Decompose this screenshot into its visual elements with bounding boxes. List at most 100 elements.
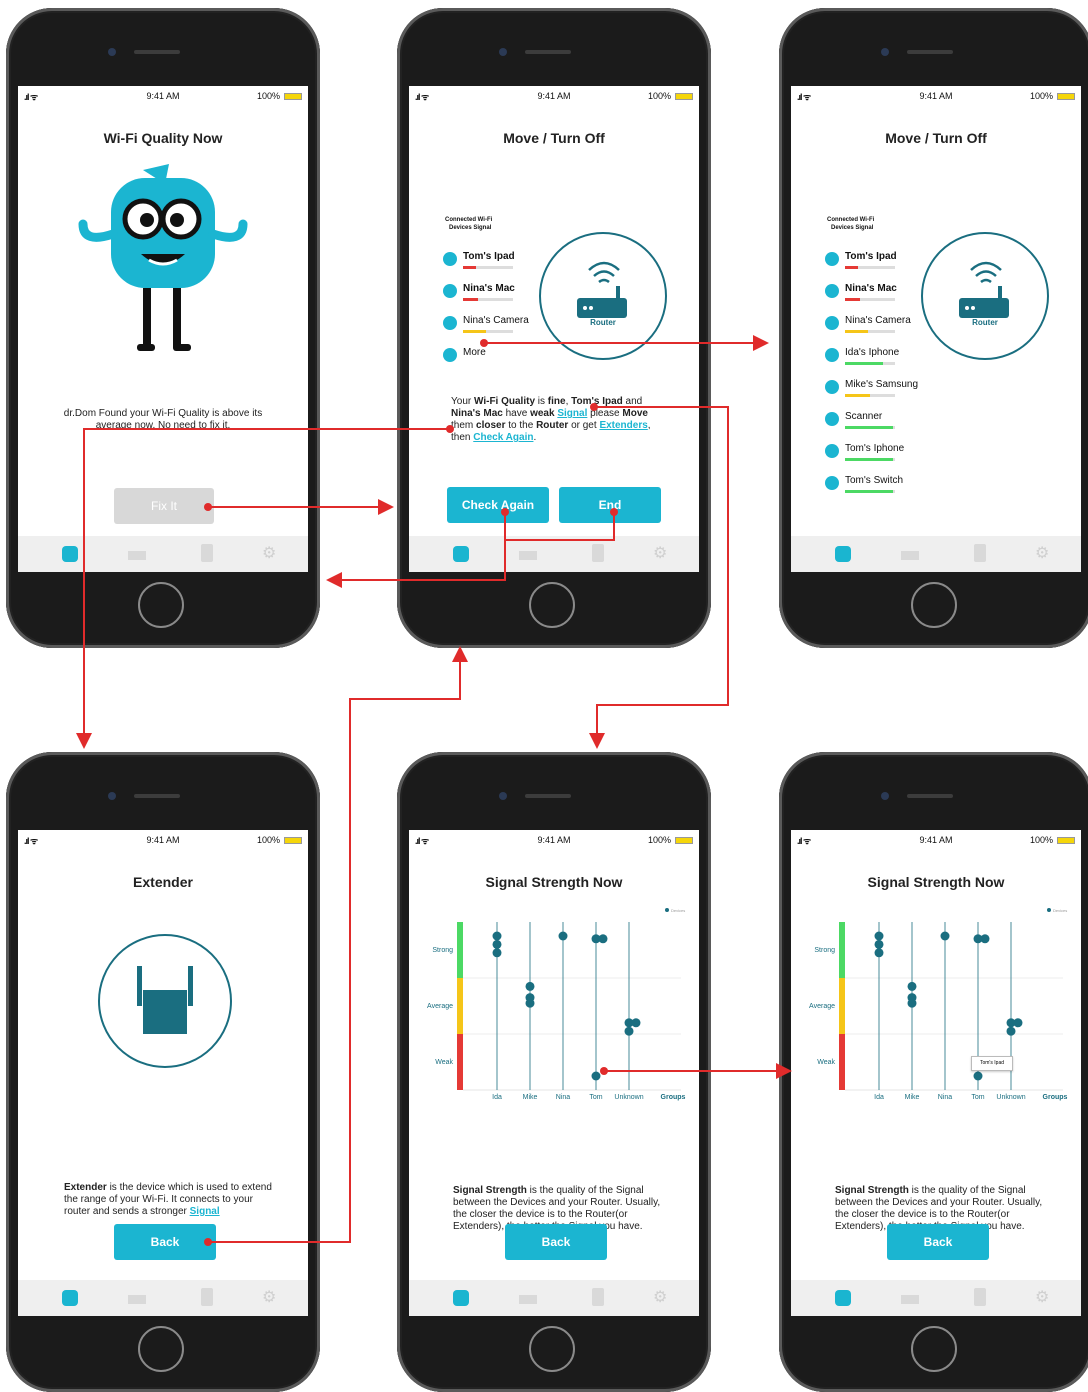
legend-label: Devices xyxy=(671,908,685,913)
tab-settings-gear-icon[interactable]: ⚙ xyxy=(1035,543,1051,562)
device-signal-bar xyxy=(463,298,513,301)
x-tick-label: Tom xyxy=(971,1094,984,1101)
tab-settings-gear-icon[interactable]: ⚙ xyxy=(262,543,278,562)
extender-circle xyxy=(98,934,232,1068)
level-band xyxy=(839,922,845,978)
device-item[interactable]: Tom's Iphone xyxy=(825,442,945,470)
device-icon xyxy=(825,444,839,458)
signal-strength-chart: Weak Average Strong Ida Mike Nina Tom Unknown Gr… xyxy=(427,908,686,1101)
check-again-link[interactable]: Check Again xyxy=(473,432,533,443)
back-button[interactable]: Back xyxy=(505,1224,607,1260)
tab-router-icon[interactable] xyxy=(519,551,537,560)
tab-router-icon[interactable] xyxy=(128,1295,146,1304)
para-text: to the xyxy=(505,420,537,431)
para-text: Your xyxy=(451,396,474,407)
tab-settings-gear-icon[interactable]: ⚙ xyxy=(262,1287,278,1306)
x-tick-label: Tom xyxy=(589,1094,602,1101)
level-band xyxy=(839,978,845,1034)
tab-home-icon[interactable] xyxy=(62,1290,78,1306)
data-point xyxy=(907,981,917,991)
device-item[interactable]: Mike's Samsung xyxy=(825,378,945,406)
fix-it-button[interactable]: Fix It xyxy=(114,488,214,524)
router-icon xyxy=(577,261,627,318)
para-fine: fine xyxy=(547,396,566,407)
tab-bar: ⚙ xyxy=(18,1280,308,1316)
tab-home-icon[interactable] xyxy=(62,546,78,562)
tab-settings-gear-icon[interactable]: ⚙ xyxy=(1035,1287,1051,1306)
back-button[interactable]: Back xyxy=(114,1224,216,1260)
home-button[interactable] xyxy=(911,1326,957,1372)
para-text: or get xyxy=(568,420,600,431)
home-button[interactable] xyxy=(138,1326,184,1372)
home-button[interactable] xyxy=(138,582,184,628)
device-signal-bar xyxy=(845,426,895,429)
tab-home-icon[interactable] xyxy=(835,546,851,562)
signal-link[interactable]: Signal xyxy=(190,1206,220,1217)
extenders-link[interactable]: Extenders xyxy=(599,420,647,431)
device-item[interactable]: Scanner xyxy=(825,410,945,438)
device-signal-bar xyxy=(845,458,895,461)
x-tick-label: Ida xyxy=(492,1094,502,1101)
x-tick-label: Unknown xyxy=(996,1094,1025,1101)
check-again-button[interactable]: Check Again xyxy=(447,487,549,523)
tab-router-icon[interactable] xyxy=(901,1295,919,1304)
para-wifi-quality: Wi-Fi Quality xyxy=(473,396,536,407)
tab-device-icon[interactable] xyxy=(201,1288,213,1306)
tab-device-icon[interactable] xyxy=(974,544,986,562)
back-button[interactable]: Back xyxy=(887,1224,989,1260)
tab-settings-gear-icon[interactable]: ⚙ xyxy=(653,543,669,562)
connected-label-line2: Devices Signal xyxy=(831,225,874,231)
para-weak: weak xyxy=(530,408,555,419)
tab-device-icon[interactable] xyxy=(201,544,213,562)
battery-text: 100% xyxy=(256,91,280,101)
screen-signal-strength: .ıl ᯤ 9:41 AM 100% Signal Strength Now W… xyxy=(409,830,699,1316)
home-button[interactable] xyxy=(911,582,957,628)
screen-wifi-quality: .ıl ᯤ 9:41 AM 100% Wi-Fi Quality Now dr.… xyxy=(18,86,308,572)
tab-home-icon[interactable] xyxy=(453,546,469,562)
device-item[interactable]: Tom's Switch xyxy=(825,474,945,502)
device-icon xyxy=(825,284,839,298)
data-point xyxy=(624,1026,634,1036)
device-icon xyxy=(443,284,457,298)
status-bar: .ıl ᯤ 9:41 AM 100% xyxy=(18,90,308,104)
tab-router-icon[interactable] xyxy=(901,551,919,560)
battery-text: 100% xyxy=(647,91,671,101)
speaker xyxy=(134,794,180,798)
device-icon xyxy=(825,252,839,266)
tab-home-icon[interactable] xyxy=(453,1290,469,1306)
data-point xyxy=(525,998,535,1008)
signal-link[interactable]: Signal xyxy=(557,408,587,419)
status-bar: .ıl ᯤ 9:41 AM 100% xyxy=(18,834,308,848)
tab-device-icon[interactable] xyxy=(974,1288,986,1306)
battery-text: 100% xyxy=(1029,91,1053,101)
tab-router-icon[interactable] xyxy=(519,1295,537,1304)
connected-label-line1: Connected Wi-Fi xyxy=(445,217,493,223)
level-band xyxy=(457,978,463,1034)
data-point xyxy=(980,934,990,944)
more-label: More xyxy=(463,347,486,358)
x-tick-label: Nina xyxy=(556,1094,571,1101)
battery-text: 100% xyxy=(647,835,671,845)
device-item[interactable]: Ida's Iphone xyxy=(825,346,945,374)
tab-home-icon[interactable] xyxy=(835,1290,851,1306)
end-button[interactable]: End xyxy=(559,487,661,523)
tab-bar: ⚙ xyxy=(791,536,1081,572)
tab-device-icon[interactable] xyxy=(592,1288,604,1306)
device-icon xyxy=(825,316,839,330)
y-tick-label: Weak xyxy=(435,1059,453,1066)
move-instructions: Your Wi-Fi Quality is fine, Tom's Ipad a… xyxy=(451,396,665,444)
more-devices-item[interactable]: More xyxy=(443,346,563,374)
connected-label-line1: Connected Wi-Fi xyxy=(827,217,875,223)
tab-settings-gear-icon[interactable]: ⚙ xyxy=(653,1287,669,1306)
para-signal-strength: Signal Strength xyxy=(453,1185,527,1196)
device-signal-fill xyxy=(463,266,476,269)
home-button[interactable] xyxy=(529,582,575,628)
tab-device-icon[interactable] xyxy=(592,544,604,562)
speaker xyxy=(134,50,180,54)
extender-icon xyxy=(137,966,193,1034)
connected-devices-label: Connected Wi-Fi Devices Signal xyxy=(445,216,492,232)
home-button[interactable] xyxy=(529,1326,575,1372)
device-name: Ida's Iphone xyxy=(845,347,900,358)
speaker xyxy=(907,794,953,798)
tab-router-icon[interactable] xyxy=(128,551,146,560)
